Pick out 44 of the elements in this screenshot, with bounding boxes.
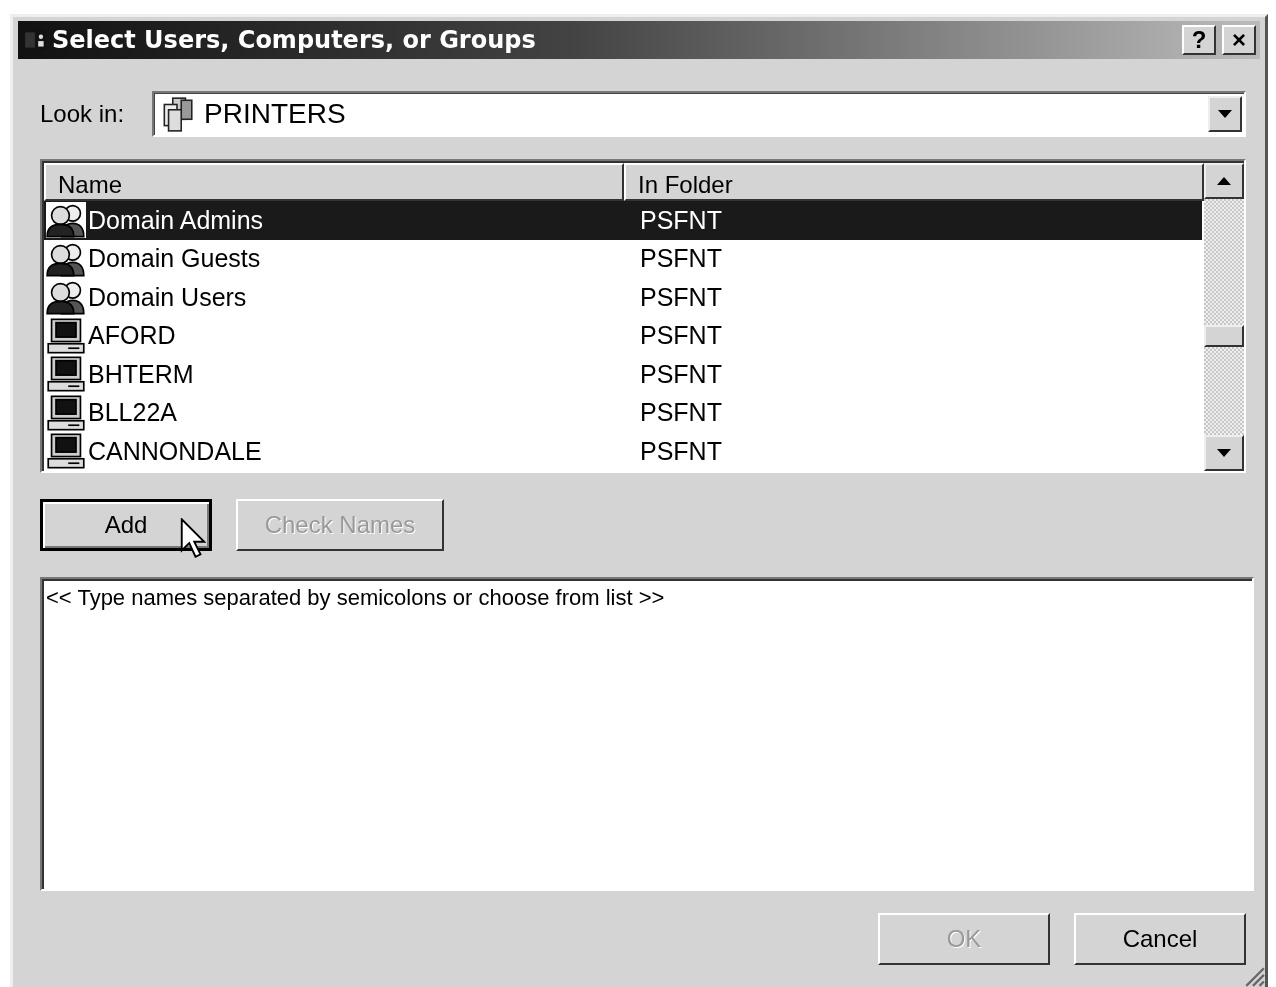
column-header[interactable]: In Folder [624,163,1204,201]
list-row[interactable]: BLL22A PSFNT [44,393,1202,432]
names-input-field[interactable]: << Type names separated by semicolons or choose from list >> [40,577,1254,891]
column-header[interactable]: Name [44,163,624,201]
window-title: Select Users, Computers, or Groups [52,26,537,54]
resize-grip-icon[interactable] [1243,965,1265,987]
list-row[interactable]: BHTERM PSFNT [44,355,1202,394]
group-icon [46,202,86,239]
folder-text: PSFNT [639,282,722,312]
scroll-down-icon[interactable] [1204,435,1244,471]
folder-text: PSFNT [639,205,722,235]
dialog-button[interactable]: Add [40,499,212,551]
list-row[interactable]: Domain Guests PSFNT [44,239,1202,278]
folder-text: PSFNT [639,436,722,466]
scroll-thumb[interactable] [1204,325,1244,347]
folder-text: PSFNT [639,359,722,389]
vertical-scrollbar[interactable] [1204,163,1244,471]
list-row[interactable]: CANNONDALE PSFNT [44,432,1202,471]
help-button[interactable]: ? [1182,25,1216,55]
name-text: BLL22A [88,398,177,428]
folder-text: PSFNT [639,244,722,274]
name-text: CANNONDALE [88,436,262,466]
name-text: Domain Users [88,282,247,312]
name-text: AFORD [88,321,176,351]
name-text: Domain Guests [88,244,261,274]
folder-text: PSFNT [639,398,722,428]
computer-icon [46,433,86,470]
look-in-dropdown[interactable]: PRINTERS [152,91,1246,137]
folder-text: PSFNT [639,321,722,351]
scroll-up-icon[interactable] [1204,163,1244,199]
group-icon [46,240,86,277]
computer-icon [46,317,86,354]
look-in-label: Look in: [40,100,125,128]
name-text: Domain Admins [88,205,264,235]
computer-icon [46,394,86,431]
list-row[interactable]: Domain Users PSFNT [44,278,1202,317]
mouse-pointer-icon [180,518,206,558]
list-row[interactable]: Domain Admins PSFNT [44,201,1202,240]
group-icon [46,279,86,316]
close-button[interactable]: × [1222,25,1256,55]
list-row[interactable]: AFORD PSFNT [44,316,1202,355]
computer-icon [46,356,86,393]
dialog-button[interactable]: Cancel [1074,913,1246,965]
name-text: BHTERM [88,359,194,389]
